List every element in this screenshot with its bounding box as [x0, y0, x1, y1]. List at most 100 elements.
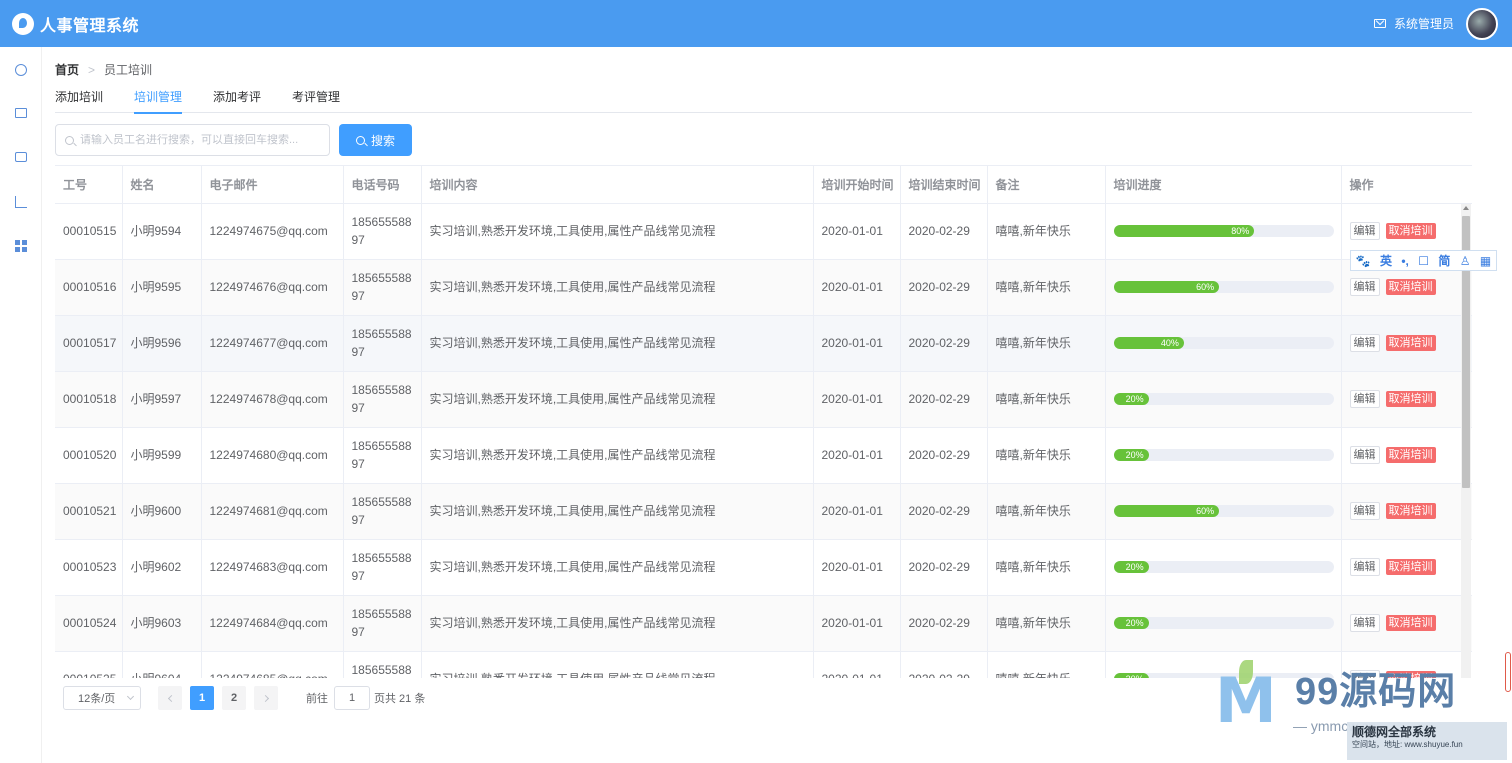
money-icon[interactable] [15, 152, 27, 162]
row-actions: 编辑取消培训 [1349, 278, 1472, 296]
cancel-training-button[interactable]: 取消培训 [1385, 223, 1436, 239]
grid-icon[interactable]: ▦ [1480, 254, 1491, 268]
prev-page-button[interactable] [158, 686, 182, 710]
progress-bar-fill: 20% [1113, 617, 1149, 629]
edit-button[interactable]: 编辑 [1349, 278, 1380, 296]
cancel-training-button[interactable]: 取消培训 [1385, 559, 1436, 575]
cell-content: 实习培训,熟悉开发环境,工具使用,属性产品线常见流程 [421, 427, 814, 484]
page-size-select[interactable]: 12条/页 [63, 686, 141, 710]
cancel-training-button[interactable]: 取消培训 [1385, 279, 1436, 295]
table-row[interactable]: 00010521 小明9600 1224974681@qq.com 185655588… [55, 483, 1472, 540]
app-logo[interactable]: 人事管理系统 [12, 12, 139, 36]
cell-email[interactable]: 1224974684@qq.com [201, 595, 344, 652]
cell-email[interactable]: 1224974675@qq.com [201, 203, 344, 260]
table-row[interactable]: 00010516 小明9595 1224974676@qq.com 185655588… [55, 259, 1472, 316]
column-header: 操作 [1341, 166, 1472, 204]
cell-end: 2020-02-29 [900, 371, 988, 428]
tab-add-evaluation[interactable]: 添加考评 [213, 84, 261, 113]
avatar[interactable] [1466, 7, 1498, 40]
search-button[interactable]: 搜索 [339, 124, 412, 156]
user-name[interactable]: 系统管理员 [1394, 15, 1454, 32]
cell-end: 2020-02-29 [900, 595, 988, 652]
table-row[interactable]: 00010523 小明9602 1224974683@qq.com 185655588… [55, 539, 1472, 596]
edge-handle[interactable] [1505, 652, 1511, 692]
cell-name: 小明9602 [122, 539, 202, 596]
edit-button[interactable]: 编辑 [1349, 558, 1380, 576]
progress-bar-track: 80% [1113, 225, 1334, 237]
punctuation-icon[interactable]: •, [1401, 254, 1409, 268]
table-scrollbar[interactable] [1461, 204, 1471, 678]
cancel-training-button[interactable]: 取消培训 [1385, 335, 1436, 351]
search-input[interactable] [80, 134, 320, 146]
cell-content: 实习培训,熟悉开发环境,工具使用,属性产品线常见流程 [421, 259, 814, 316]
goto-page-input[interactable] [334, 686, 370, 710]
table-row[interactable]: 00010524 小明9603 1224974684@qq.com 185655588… [55, 595, 1472, 652]
cell-progress: 80% [1105, 203, 1342, 260]
cell-email[interactable]: 1224974683@qq.com [201, 539, 344, 596]
scroll-up-icon[interactable] [1463, 206, 1469, 210]
edit-button[interactable]: 编辑 [1349, 334, 1380, 352]
chart-icon[interactable] [15, 196, 27, 208]
table-row[interactable]: 00010517 小明9596 1224974677@qq.com 185655588… [55, 315, 1472, 372]
cell-email[interactable]: 1224974677@qq.com [201, 315, 344, 372]
progress-bar-fill: 20% [1113, 449, 1149, 461]
table-header-row: 工号 姓名 电子邮件 电话号码 培训内容 培训开始时间 培训结束时间 备注 培训… [55, 166, 1472, 204]
cell-start: 2020-01-01 [813, 259, 901, 316]
cell-email[interactable]: 1224974676@qq.com [201, 259, 344, 316]
training-table: 工号 姓名 电子邮件 电话号码 培训内容 培训开始时间 培训结束时间 备注 培训… [55, 165, 1472, 678]
id-card-icon[interactable] [15, 108, 27, 118]
cell-note: 嘻嘻,新年快乐 [987, 651, 1106, 678]
logo-icon [12, 12, 34, 35]
ime-english-toggle[interactable]: 英 [1380, 252, 1392, 269]
person-icon[interactable]: ♙ [1460, 254, 1471, 268]
column-header: 电话号码 [343, 166, 422, 204]
tab-evaluation-management[interactable]: 考评管理 [292, 84, 340, 113]
cell-email[interactable]: 1224974678@qq.com [201, 371, 344, 428]
edit-button[interactable]: 编辑 [1349, 222, 1380, 240]
edit-button[interactable]: 编辑 [1349, 670, 1380, 678]
keyboard-icon[interactable]: ☐ [1418, 254, 1429, 268]
cancel-training-button[interactable]: 取消培训 [1385, 615, 1436, 631]
cell-end: 2020-02-29 [900, 203, 988, 260]
column-header: 工号 [55, 166, 123, 204]
row-actions: 编辑取消培训 [1349, 334, 1472, 352]
user-icon[interactable] [15, 64, 27, 76]
next-page-button[interactable] [254, 686, 278, 710]
table-row[interactable]: 00010520 小明9599 1224974680@qq.com 185655588… [55, 427, 1472, 484]
edit-button[interactable]: 编辑 [1349, 614, 1380, 632]
cell-email[interactable]: 1224974681@qq.com [201, 483, 344, 540]
cancel-training-button[interactable]: 取消培训 [1385, 447, 1436, 463]
tab-training-management[interactable]: 培训管理 [134, 84, 183, 114]
windows-icon[interactable] [15, 240, 27, 252]
cell-phone: 18565558897 [343, 371, 422, 428]
ime-toolbar[interactable]: 🐾 英 •, ☐ 简 ♙ ▦ [1350, 250, 1497, 271]
table-row[interactable]: 00010518 小明9597 1224974678@qq.com 185655588… [55, 371, 1472, 428]
cancel-training-button[interactable]: 取消培训 [1385, 671, 1436, 678]
watermark-logo: M [1215, 664, 1277, 737]
cancel-training-button[interactable]: 取消培训 [1385, 391, 1436, 407]
table-row[interactable]: 00010515 小明9594 1224974675@qq.com 185655588… [55, 203, 1472, 260]
page-button-2[interactable]: 2 [222, 686, 246, 710]
progress-bar-fill: 60% [1113, 281, 1220, 293]
edit-button[interactable]: 编辑 [1349, 502, 1380, 520]
cell-email[interactable]: 1224974685@qq.com [201, 651, 344, 678]
cell-operations: 编辑取消培训 [1341, 483, 1472, 540]
cell-name: 小明9597 [122, 371, 202, 428]
table-row[interactable]: 00010525小明96041224974685@qq.com185655588… [55, 651, 1472, 678]
cancel-training-button[interactable]: 取消培训 [1385, 503, 1436, 519]
edit-button[interactable]: 编辑 [1349, 446, 1380, 464]
progress-bar-track: 60% [1113, 281, 1334, 293]
mail-icon[interactable] [1373, 19, 1386, 28]
ime-simplified-toggle[interactable]: 简 [1438, 252, 1450, 269]
edit-button[interactable]: 编辑 [1349, 390, 1380, 408]
watermark-ad-title: 顺德网全部系统 [1352, 725, 1437, 739]
cell-start: 2020-01-01 [813, 539, 901, 596]
paw-icon[interactable]: 🐾 [1356, 254, 1371, 268]
tab-add-training[interactable]: 添加培训 [55, 84, 103, 113]
page-button-1[interactable]: 1 [190, 686, 214, 710]
breadcrumb-home[interactable]: 首页 [55, 61, 79, 78]
cell-email[interactable]: 1224974680@qq.com [201, 427, 344, 484]
cell-progress: 60% [1105, 259, 1342, 316]
row-actions: 编辑取消培训 [1349, 670, 1472, 678]
row-actions: 编辑取消培训 [1349, 390, 1472, 408]
